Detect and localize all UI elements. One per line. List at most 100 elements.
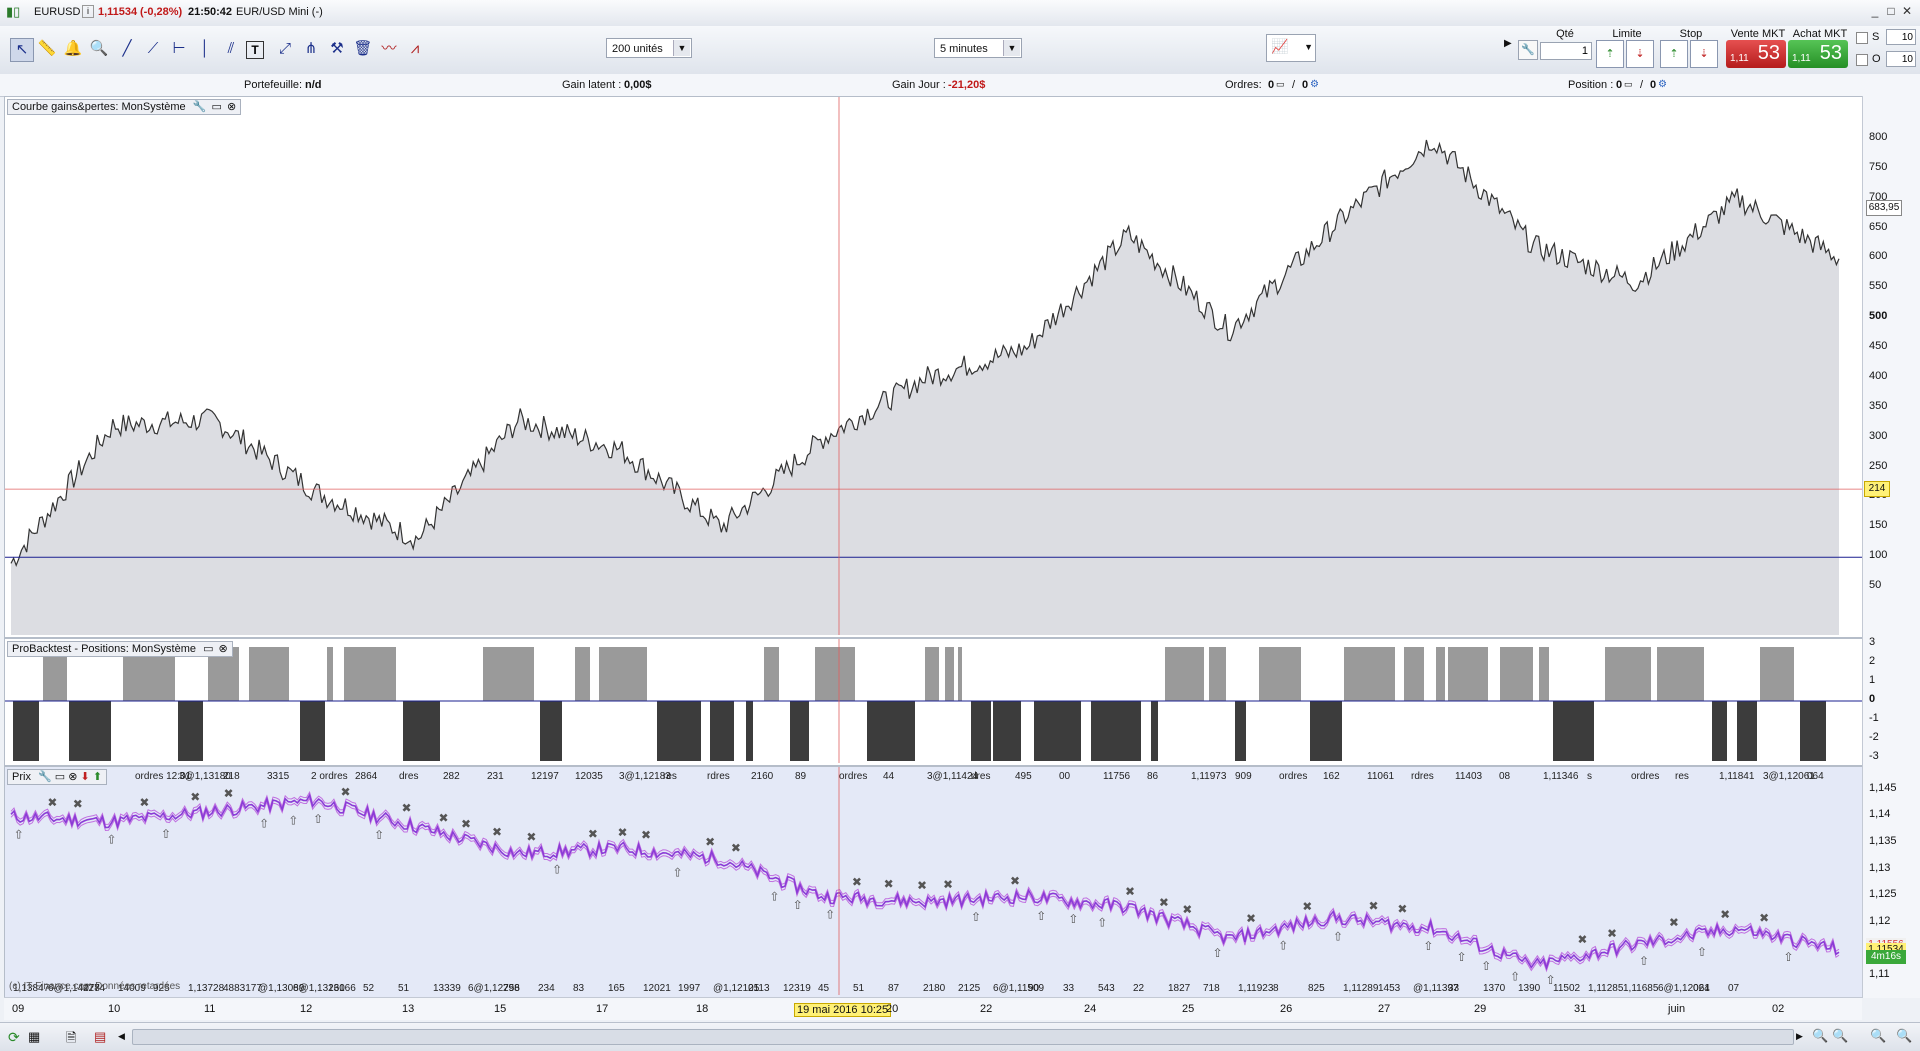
stop-sell-button[interactable]: ⇣ <box>1690 40 1718 68</box>
ordres-count-a[interactable]: 0 <box>1268 79 1274 91</box>
short-position-bar <box>1091 701 1141 761</box>
long-position-bar <box>1209 647 1226 701</box>
equity-panel: Courbe gains&pertes: MonSystème 🔧 ▭ ⊗ <box>4 96 1870 638</box>
tools-icon[interactable]: ⚒ <box>326 38 348 60</box>
ray-icon[interactable]: ⟋ <box>142 38 164 60</box>
scroll-left-icon[interactable]: ◀ <box>118 1031 125 1042</box>
chevron-down-icon[interactable]: ▼ <box>1304 42 1313 52</box>
pitchfork-icon[interactable]: ⋔ <box>300 38 322 60</box>
sell-order-icon: ✖ <box>438 811 448 825</box>
sell-arrow-icon[interactable]: ⬇ <box>81 771 90 783</box>
position-count-a[interactable]: 0 <box>1616 79 1622 91</box>
crosshair-date-tag: 19 mai 2016 10:25 <box>794 1003 892 1017</box>
wrench-icon[interactable]: 🔧 <box>193 101 207 113</box>
sell-order-icon: ✖ <box>461 817 471 831</box>
o-checkbox[interactable] <box>1856 54 1868 66</box>
settings-wrench-icon[interactable]: 🔧 <box>1518 40 1538 60</box>
expand-arrow-icon[interactable]: ▶ <box>1504 38 1512 49</box>
o-value-input[interactable] <box>1886 51 1916 67</box>
channel-icon[interactable]: ⫽ <box>220 38 242 60</box>
zoom-in-icon[interactable]: 🔍 <box>1870 1028 1886 1044</box>
indicator-icon[interactable]: 〰 <box>378 38 400 60</box>
long-position-bar <box>925 647 939 701</box>
cursor-icon[interactable]: ↖ <box>10 38 34 62</box>
maximize-panel-icon[interactable]: ▭ <box>203 643 213 655</box>
zoom-in-max-icon[interactable]: 🔍 <box>1896 1028 1912 1044</box>
template-icon[interactable]: 🗎 <box>66 1029 76 1051</box>
price-chart[interactable]: ⇧ ✖ ✖ ⇧ ✖ ⇧ ✖ ✖ ⇧ ⇧ ⇧ ✖ ⇧ ✖ ✖ ✖ ✖ ✖ ⇧ ✖ ✖ ✖ ⇧ ✖ ✖ ⇧ ⇧ ⇧ ✖ ✖ ✖ ✖ ⇧ ✖ ⇧ ⇧ ⇧ ✖ ✖ ✖… <box>5 767 1863 995</box>
s-checkbox[interactable] <box>1856 32 1868 44</box>
long-position-bar <box>1500 647 1533 701</box>
maximize-icon[interactable]: □ <box>1884 4 1898 18</box>
chevron-down-icon[interactable]: ▼ <box>1003 40 1020 56</box>
horizontal-line-icon[interactable]: ⊢ <box>168 38 190 60</box>
positions-chart[interactable] <box>5 639 1863 763</box>
ordres-count-b[interactable]: 0 <box>1302 79 1308 91</box>
maximize-panel-icon[interactable]: ▭ <box>211 101 221 113</box>
maximize-panel-icon[interactable]: ▭ <box>55 771 65 783</box>
order-label: 12035 <box>575 771 603 782</box>
o-label: O <box>1872 53 1881 65</box>
indicators-icon[interactable]: ▤ <box>94 1029 106 1045</box>
qty-input[interactable] <box>1540 42 1592 60</box>
trash-icon[interactable]: 🗑 <box>352 38 374 60</box>
sell-order-icon: ✖ <box>190 790 200 804</box>
position-gear-icon[interactable]: ⚙ <box>1658 79 1667 90</box>
order-label: 1827 <box>1168 983 1191 994</box>
wrench-icon[interactable]: 🔧 <box>38 771 52 783</box>
info-icon[interactable]: i <box>82 5 94 18</box>
zoom-icon[interactable]: 🔍 <box>88 38 110 60</box>
horizontal-scrollbar[interactable] <box>132 1029 1794 1045</box>
scroll-right-icon[interactable]: ▶ <box>1796 1031 1803 1042</box>
close-icon[interactable]: ✕ <box>1900 4 1914 18</box>
y-tick-label: 350 <box>1869 399 1888 412</box>
text-icon[interactable]: T <box>246 41 264 59</box>
refresh-icon[interactable]: ⟳ <box>8 1029 20 1046</box>
positions-y-axis: 3 2 1 0 -1 -2 -3 <box>1862 636 1920 766</box>
equity-chart[interactable] <box>5 97 1863 635</box>
alert-bell-icon[interactable]: 🔔 <box>62 38 84 60</box>
buy-arrow-icon[interactable]: ⬆ <box>93 771 102 783</box>
order-label: 11061 <box>1367 771 1395 782</box>
ordres-list-icon[interactable]: ▭ <box>1276 79 1285 90</box>
order-label: 282 <box>443 771 460 782</box>
position-list-icon[interactable]: ▭ <box>1624 79 1633 90</box>
limit-sell-button[interactable]: ⇣ <box>1626 40 1654 68</box>
close-panel-icon[interactable]: ⊗ <box>219 643 228 655</box>
units-select[interactable]: 200 unités ▼ <box>606 38 692 58</box>
ruler-icon[interactable]: 📏 <box>36 38 58 60</box>
price-panel: Prix 🔧 ▭ ⊗ ⬇ ⬆ ⇧ ✖ ✖ ⇧ ✖ ⇧ ✖ ✖ ⇧ ⇧ ⇧ ✖ ⇧ ✖ ✖ ✖ ✖ ✖ ⇧ ✖ ✖ ✖ ⇧ ✖ ✖… <box>4 766 1870 998</box>
close-panel-icon[interactable]: ⊗ <box>227 101 236 113</box>
ordres-gear-icon[interactable]: ⚙ <box>1310 79 1319 90</box>
sell-market-button[interactable]: 1,11 53 <box>1726 40 1786 68</box>
vertical-line-icon[interactable]: │ <box>194 38 216 60</box>
long-position-bar <box>1259 647 1301 701</box>
s-value-input[interactable] <box>1886 29 1916 45</box>
trendline-icon[interactable]: ╱ <box>116 38 138 60</box>
minimize-icon[interactable]: _ <box>1868 4 1882 18</box>
period-select[interactable]: 5 minutes ▼ <box>934 38 1022 58</box>
zoom-out-icon[interactable]: 🔍 <box>1832 1028 1848 1044</box>
date-tick-label: 31 <box>1574 1003 1587 1015</box>
position-count-b[interactable]: 0 <box>1650 79 1656 91</box>
short-position-bar <box>1310 701 1342 761</box>
y-tick-label: 600 <box>1869 250 1888 263</box>
date-tick-label: 15 <box>494 1003 507 1015</box>
buy-market-button[interactable]: 1,11 53 <box>1788 40 1848 68</box>
limit-buy-button[interactable]: ⇡ <box>1596 40 1624 68</box>
fibonacci-icon[interactable]: ⤢ <box>274 38 296 60</box>
window-symbol: EURUSD <box>34 6 81 18</box>
pattern-icon[interactable]: ⩘ <box>404 38 426 60</box>
order-label: 3315 <box>267 771 290 782</box>
order-label: ordres <box>1279 771 1307 782</box>
buy-order-icon: ⇧ <box>793 898 803 912</box>
grid-icon[interactable]: ▦ <box>28 1029 40 1045</box>
order-label: 12021 <box>643 983 671 994</box>
chevron-down-icon[interactable]: ▼ <box>673 40 690 56</box>
buy-order-icon: ⇧ <box>106 833 116 847</box>
long-position-bar <box>1605 647 1651 701</box>
chart-type-button[interactable]: 📈 ▼ <box>1266 34 1316 62</box>
stop-buy-button[interactable]: ⇡ <box>1660 40 1688 68</box>
close-panel-icon[interactable]: ⊗ <box>68 771 77 783</box>
zoom-out-max-icon[interactable]: 🔍 <box>1812 1028 1828 1044</box>
